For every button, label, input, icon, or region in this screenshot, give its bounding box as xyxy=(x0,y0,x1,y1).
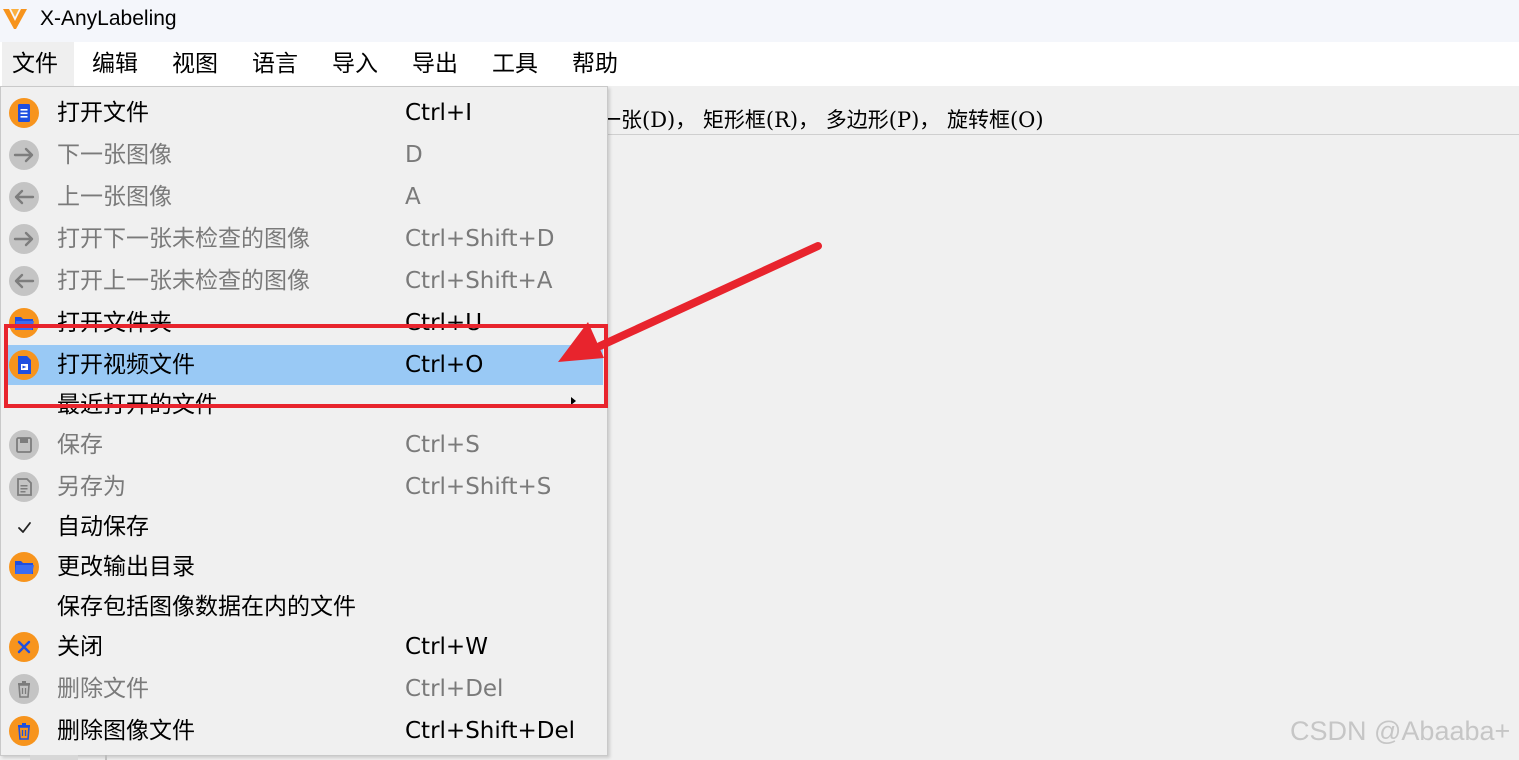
annotation-arrow-icon xyxy=(558,242,822,362)
bottom-scrollbar xyxy=(30,755,107,760)
watermark-text: CSDN @Abaaba+ xyxy=(1290,716,1511,746)
